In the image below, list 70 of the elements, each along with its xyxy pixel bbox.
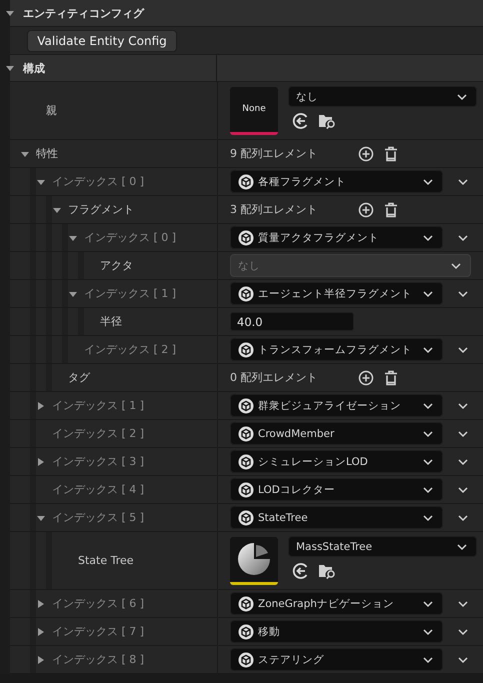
asset-dropdown[interactable]: MassStateTree bbox=[288, 536, 477, 557]
cube-icon bbox=[238, 454, 254, 470]
trash-icon[interactable] bbox=[384, 202, 398, 218]
property-label: インデックス [ 2 ] bbox=[52, 426, 144, 442]
property-label: フラグメント bbox=[68, 202, 134, 218]
property-label: State Tree bbox=[77, 553, 134, 569]
category-title: 構成 bbox=[23, 60, 45, 76]
cube-icon bbox=[238, 286, 254, 302]
arrow-circle-icon[interactable] bbox=[292, 112, 310, 130]
asset-dropdown[interactable]: なし bbox=[288, 86, 477, 107]
cube-icon bbox=[238, 398, 254, 414]
struct-dropdown[interactable]: 群衆ビジュアライゼーション bbox=[230, 394, 443, 417]
property-label: インデックス [ 3 ] bbox=[52, 454, 144, 470]
folder-search-icon[interactable] bbox=[318, 112, 336, 130]
struct-dropdown[interactable]: LODコレクター bbox=[230, 478, 443, 501]
array-count: 9 配列エレメント bbox=[230, 146, 318, 161]
validate-button[interactable]: Validate Entity Config bbox=[27, 30, 177, 52]
cube-icon bbox=[238, 596, 254, 612]
property-label: インデックス [ 0 ] bbox=[52, 174, 144, 190]
struct-dropdown[interactable]: CrowdMember bbox=[230, 422, 443, 445]
property-label: インデックス [ 1 ] bbox=[84, 286, 176, 302]
cube-icon bbox=[238, 652, 254, 668]
struct-dropdown[interactable]: 移動 bbox=[230, 620, 443, 643]
struct-dropdown[interactable]: トランスフォームフラグメント bbox=[230, 338, 443, 361]
expand-arrow-icon[interactable] bbox=[36, 598, 46, 608]
cube-icon bbox=[238, 482, 254, 498]
add-icon[interactable] bbox=[358, 146, 374, 162]
cube-icon bbox=[238, 510, 254, 526]
cube-icon bbox=[238, 230, 254, 246]
property-label: 半径 bbox=[100, 314, 122, 330]
property-label: インデックス [ 6 ] bbox=[52, 596, 144, 612]
struct-dropdown[interactable]: ZoneGraphナビゲーション bbox=[230, 592, 443, 615]
property-label: 特性 bbox=[36, 146, 58, 162]
thumbnail-label: None bbox=[242, 104, 266, 114]
cube-icon bbox=[238, 342, 254, 358]
property-label: タグ bbox=[68, 370, 90, 386]
cube-icon bbox=[238, 174, 254, 190]
expand-arrow-icon[interactable] bbox=[36, 626, 46, 636]
arrow-circle-icon[interactable] bbox=[292, 562, 310, 580]
property-label: インデックス [ 4 ] bbox=[52, 482, 144, 498]
struct-dropdown[interactable]: シミュレーションLOD bbox=[230, 450, 443, 473]
array-count: 3 配列エレメント bbox=[230, 202, 318, 217]
struct-dropdown[interactable]: ステアリング bbox=[230, 648, 443, 671]
add-icon[interactable] bbox=[358, 202, 374, 218]
add-icon[interactable] bbox=[358, 370, 374, 386]
trash-icon[interactable] bbox=[384, 146, 398, 162]
expand-arrow-icon[interactable] bbox=[36, 456, 46, 466]
property-label: アクタ bbox=[100, 258, 133, 274]
collapse-arrow-icon[interactable] bbox=[5, 8, 15, 18]
collapse-arrow-icon[interactable] bbox=[5, 63, 15, 73]
struct-dropdown[interactable]: 各種フラグメント bbox=[230, 170, 443, 193]
struct-dropdown[interactable]: エージェント半径フラグメント bbox=[230, 282, 443, 305]
number-field[interactable]: 40.0 bbox=[230, 312, 354, 331]
folder-search-icon[interactable] bbox=[318, 562, 336, 580]
expand-arrow-icon[interactable] bbox=[36, 400, 46, 410]
cube-icon bbox=[238, 426, 254, 442]
property-label: インデックス [ 0 ] bbox=[84, 230, 176, 246]
array-count: 0 配列エレメント bbox=[230, 370, 318, 385]
struct-dropdown[interactable]: StateTree bbox=[230, 506, 443, 529]
property-label: インデックス [ 8 ] bbox=[52, 652, 144, 668]
cube-icon bbox=[238, 624, 254, 640]
property-label: 親 bbox=[45, 103, 57, 119]
category-title: エンティティコンフィグ bbox=[23, 6, 144, 20]
trash-icon[interactable] bbox=[384, 370, 398, 386]
expand-arrow-icon[interactable] bbox=[36, 654, 46, 664]
property-label: インデックス [ 7 ] bbox=[52, 624, 144, 640]
property-label: インデックス [ 5 ] bbox=[52, 510, 144, 526]
struct-dropdown[interactable]: 質量アクタフラグメント bbox=[230, 226, 443, 249]
property-label: インデックス [ 1 ] bbox=[52, 398, 144, 414]
property-label: インデックス [ 2 ] bbox=[84, 342, 176, 358]
